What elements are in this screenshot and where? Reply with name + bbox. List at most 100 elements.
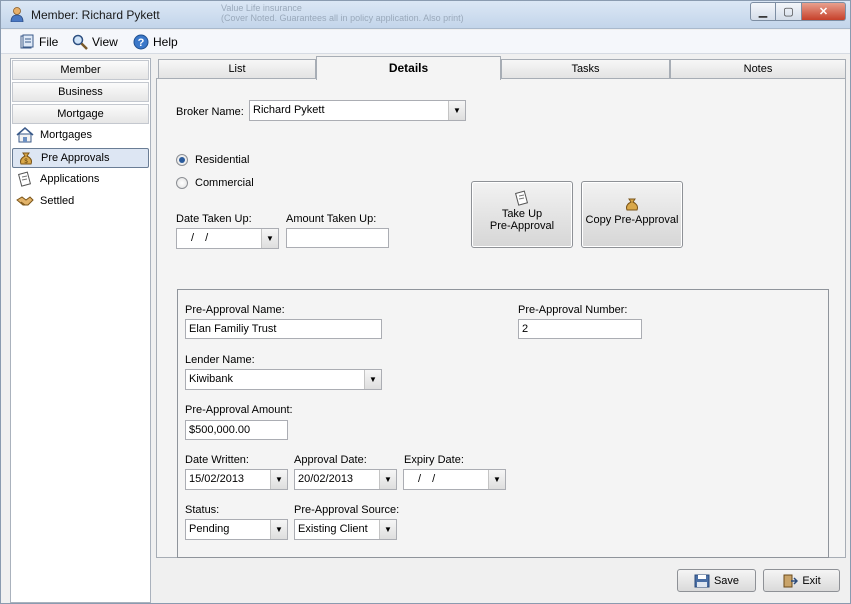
chevron-down-icon[interactable]: ▼ (379, 520, 396, 539)
handshake-icon (16, 196, 34, 206)
pre-approval-amount-field[interactable]: $500,000.00 (185, 420, 288, 440)
chevron-down-icon[interactable]: ▼ (448, 101, 465, 120)
chevron-down-icon[interactable]: ▼ (379, 470, 396, 489)
residential-radio[interactable]: Residential (176, 154, 249, 166)
approval-date-value: 20/02/2013 (298, 473, 354, 485)
take-up-pre-approval-button[interactable]: Take Up Pre-Approval (471, 181, 573, 248)
details-panel: Broker Name: Richard Pykett ▼ Residentia… (156, 78, 846, 558)
menu-help[interactable]: ? Help (133, 34, 178, 50)
status-select[interactable]: Pending ▼ (185, 519, 288, 540)
amount-taken-up-label: Amount Taken Up: (286, 213, 377, 225)
minimize-icon: ▁ (758, 6, 768, 18)
tab-details[interactable]: Details (316, 56, 501, 80)
menu-bar: File View ? Help (1, 30, 850, 54)
pre-approval-amount-label: Pre-Approval Amount: (185, 404, 293, 416)
status-label: Status: (185, 504, 220, 516)
broker-name-value: Richard Pykett (253, 104, 325, 116)
scroll-icon (515, 190, 529, 206)
take-up-label-line1: Take Up (501, 208, 543, 220)
pre-approval-source-value: Existing Client (298, 523, 368, 535)
magnifier-icon (72, 34, 88, 50)
expiry-date-value: / / (418, 473, 436, 485)
pre-approval-name-label: Pre-Approval Name: (185, 304, 285, 316)
sidebar-item-label: Pre Approvals (41, 152, 110, 164)
save-button[interactable]: Save (677, 569, 756, 592)
status-value: Pending (189, 523, 230, 535)
chevron-down-icon[interactable]: ▼ (270, 470, 287, 489)
menu-help-label: Help (153, 35, 178, 49)
file-icon (20, 34, 34, 49)
date-written-label: Date Written: (185, 454, 249, 466)
menu-file[interactable]: File (19, 34, 58, 50)
copy-pre-approval-button[interactable]: Copy Pre-Approval (581, 181, 683, 248)
sidebar-tab-mortgage[interactable]: Mortgage (12, 104, 149, 124)
radio-selected-indicator (176, 154, 188, 166)
pre-approval-source-select[interactable]: Existing Client ▼ (294, 519, 397, 540)
copy-pre-approval-label: Copy Pre-Approval (585, 214, 679, 226)
broker-name-label: Broker Name: (176, 106, 244, 118)
pre-approval-number-field[interactable]: 2 (518, 319, 642, 339)
sidebar: Member Business Mortgage Mortgages $ Pre… (10, 58, 151, 603)
approval-date-label: Approval Date: (294, 454, 367, 466)
money-bag-icon (626, 198, 638, 211)
close-icon: ✕ (818, 6, 829, 18)
save-label: Save (713, 574, 740, 587)
sidebar-tab-member[interactable]: Member (12, 60, 149, 80)
pre-approval-name-field[interactable]: Elan Familiy Trust (185, 319, 382, 339)
sidebar-item-settled[interactable]: Settled (12, 191, 149, 211)
exit-label: Exit (802, 574, 821, 587)
date-taken-up-picker[interactable]: / / ▼ (176, 228, 279, 249)
date-written-value: 15/02/2013 (189, 473, 245, 485)
sidebar-item-label: Settled (40, 195, 75, 207)
amount-taken-up-field[interactable] (286, 228, 389, 248)
chevron-down-icon[interactable]: ▼ (270, 520, 287, 539)
window-title: Member: Richard Pykett (31, 8, 160, 22)
exit-button[interactable]: Exit (763, 569, 840, 592)
commercial-label: Commercial (195, 177, 254, 189)
date-taken-up-label: Date Taken Up: (176, 213, 252, 225)
sidebar-item-label: Applications (40, 173, 100, 185)
background-window-text: Value Life insurance (Cover Noted. Guara… (221, 3, 464, 23)
take-up-label-line2: Pre-Approval (489, 220, 555, 232)
maximize-button[interactable]: ▢ (776, 2, 802, 21)
expiry-date-picker[interactable]: / / ▼ (403, 469, 506, 490)
approval-date-picker[interactable]: 20/02/2013 ▼ (294, 469, 397, 490)
menu-view[interactable]: View (72, 34, 118, 50)
residential-label: Residential (195, 154, 250, 166)
chevron-down-icon[interactable]: ▼ (364, 370, 381, 389)
window-controls: ▁ ▢ ✕ (750, 2, 846, 21)
save-icon (694, 574, 710, 587)
broker-name-select[interactable]: Richard Pykett ▼ (249, 100, 466, 121)
main-area: List Details Tasks Notes Broker Name: Ri… (156, 56, 846, 558)
tab-tasks[interactable]: Tasks (501, 59, 670, 79)
minimize-button[interactable]: ▁ (750, 2, 776, 21)
sidebar-item-mortgages[interactable]: Mortgages (12, 125, 149, 145)
tab-list[interactable]: List (158, 59, 316, 79)
lender-name-label: Lender Name: (185, 354, 255, 366)
menu-file-label: File (39, 35, 59, 49)
commercial-radio[interactable]: Commercial (176, 177, 254, 189)
exit-door-icon (783, 574, 799, 587)
lender-name-value: Kiwibank (189, 373, 234, 385)
member-icon (10, 7, 24, 22)
pre-approval-details-group: Pre-Approval Name: Elan Familiy Trust Pr… (177, 289, 829, 558)
pre-approval-source-label: Pre-Approval Source: (294, 504, 400, 516)
tab-notes[interactable]: Notes (670, 59, 846, 79)
main-window: Member: Richard Pykett Value Life insura… (0, 0, 851, 604)
sidebar-item-pre-approvals[interactable]: $ Pre Approvals (12, 148, 149, 168)
chevron-down-icon[interactable]: ▼ (261, 229, 278, 248)
close-button[interactable]: ✕ (802, 2, 846, 21)
scroll-icon (18, 171, 32, 187)
help-icon: ? (133, 34, 149, 50)
sidebar-tab-business[interactable]: Business (12, 82, 149, 102)
radio-unselected-indicator (176, 177, 188, 189)
pre-approval-number-label: Pre-Approval Number: (518, 304, 628, 316)
maximize-icon: ▢ (783, 6, 794, 18)
title-bar: Member: Richard Pykett Value Life insura… (1, 1, 850, 29)
date-taken-up-value: / / (191, 232, 209, 244)
sidebar-item-applications[interactable]: Applications (12, 169, 149, 189)
date-written-picker[interactable]: 15/02/2013 ▼ (185, 469, 288, 490)
lender-name-select[interactable]: Kiwibank ▼ (185, 369, 382, 390)
chevron-down-icon[interactable]: ▼ (488, 470, 505, 489)
menu-view-label: View (92, 35, 118, 49)
